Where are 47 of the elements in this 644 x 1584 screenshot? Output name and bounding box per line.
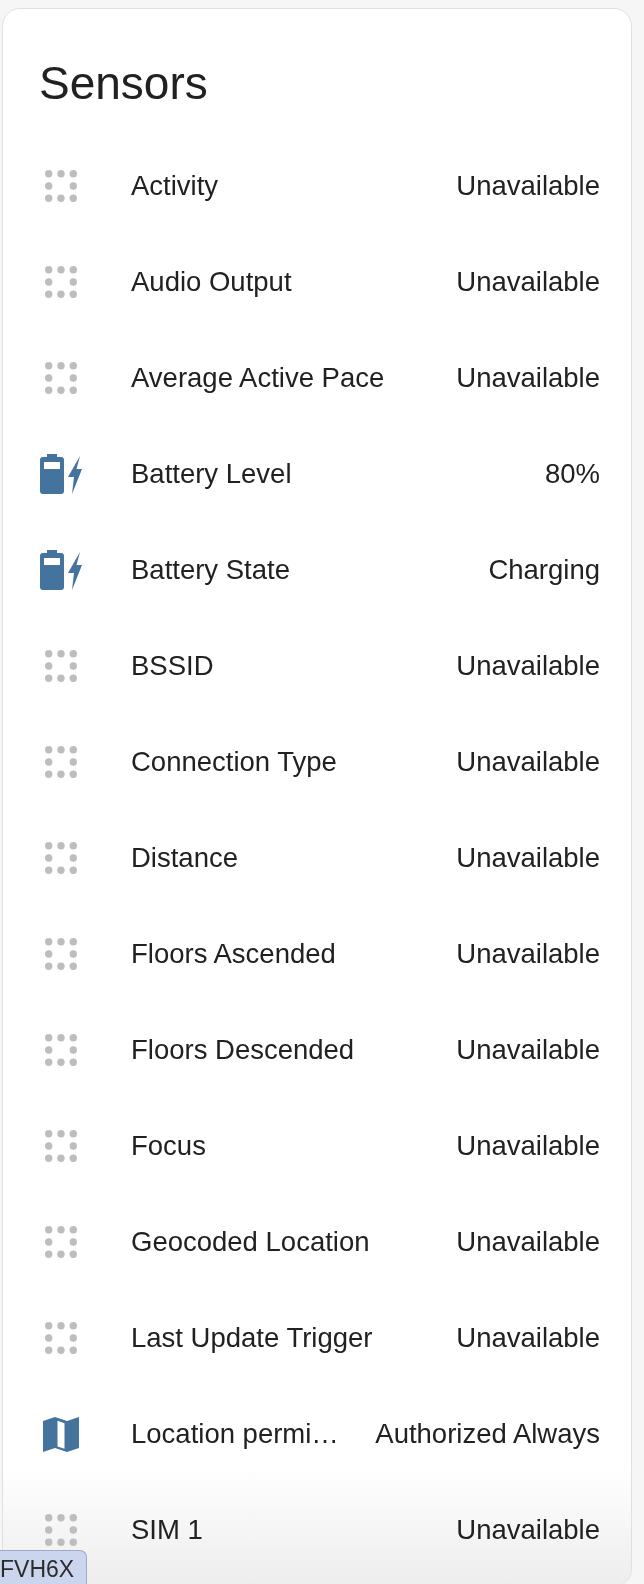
- sensor-value: Unavailable: [456, 1225, 600, 1259]
- dotted-square-icon: [45, 1514, 77, 1546]
- sensor-name[interactable]: Geocoded Location: [131, 1225, 370, 1259]
- id-tag: FVH6X: [0, 1550, 88, 1584]
- sensor-value: 80%: [544, 457, 600, 491]
- dotted-square-icon: [45, 362, 77, 394]
- dotted-square-icon: [45, 938, 77, 970]
- dotted-square-icon: [45, 266, 77, 298]
- dotted-square-icon: [45, 1130, 77, 1162]
- sensor-name[interactable]: Battery Level: [131, 457, 292, 491]
- sensor-value: Unavailable: [456, 841, 600, 875]
- dotted-square-icon: [45, 170, 77, 202]
- dotted-square-icon: [45, 842, 77, 874]
- dotted-square-icon: [45, 746, 77, 778]
- sensor-name[interactable]: Activity: [131, 169, 219, 203]
- sensor-value: Unavailable: [456, 265, 600, 299]
- sensor-value: Unavailable: [456, 937, 600, 971]
- map-icon: [43, 1416, 79, 1452]
- dotted-square-icon: [45, 1226, 77, 1258]
- sensor-value: Unavailable: [456, 745, 600, 779]
- sensor-name[interactable]: BSSID: [131, 649, 214, 683]
- sensor-value: Unavailable: [456, 1033, 600, 1067]
- sensor-name[interactable]: Connection Type: [131, 745, 337, 779]
- sensor-value: Authorized Always: [375, 1417, 600, 1451]
- sensor-name[interactable]: Average Active Pace: [131, 361, 385, 395]
- dotted-square-icon: [45, 1034, 77, 1066]
- sensor-value: Charging: [488, 553, 600, 587]
- sensor-value: Unavailable: [456, 1129, 600, 1163]
- sensor-value: Unavailable: [456, 169, 600, 203]
- sensor-name[interactable]: Distance: [131, 841, 238, 875]
- sensor-value: Unavailable: [456, 361, 600, 395]
- sensor-name[interactable]: Location permi…: [131, 1417, 339, 1451]
- battery-charging-icon: [40, 550, 82, 590]
- sensor-value: Unavailable: [456, 649, 600, 683]
- sensor-value: Unavailable: [456, 1513, 600, 1547]
- sensor-name[interactable]: Audio Output: [131, 265, 292, 299]
- dotted-square-icon: [45, 650, 77, 682]
- sensor-name[interactable]: SIM 1: [131, 1513, 203, 1547]
- sensor-name[interactable]: Focus: [131, 1129, 206, 1163]
- sensor-value: Unavailable: [456, 1321, 600, 1355]
- sensor-name[interactable]: Floors Ascended: [131, 937, 336, 971]
- card-title: Sensors: [39, 57, 208, 109]
- sensor-name[interactable]: Last Update Trigger: [131, 1321, 373, 1355]
- battery-charging-icon: [40, 454, 82, 494]
- dotted-square-icon: [45, 1322, 77, 1354]
- sensor-name[interactable]: Battery State: [131, 553, 290, 587]
- sensor-name[interactable]: Floors Descended: [131, 1033, 355, 1067]
